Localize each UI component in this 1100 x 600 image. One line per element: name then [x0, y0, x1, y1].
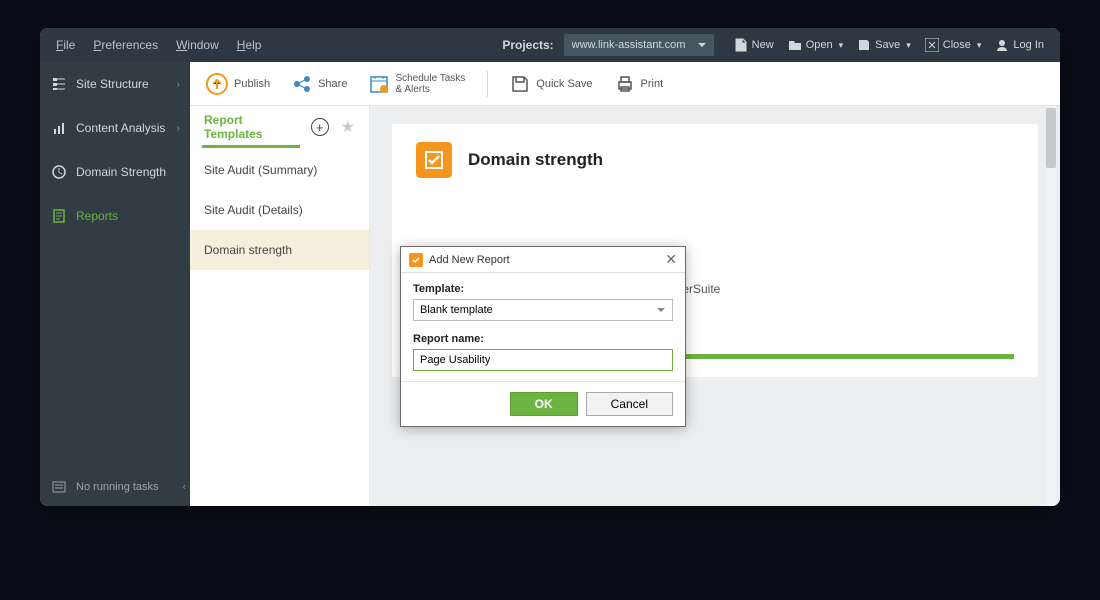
print-icon [615, 74, 635, 94]
chevron-right-icon: › [177, 79, 180, 90]
sidebar: Site Structure › Content Analysis › Doma… [40, 62, 190, 506]
sidebar-item-domain-strength[interactable]: Domain Strength [40, 150, 190, 194]
close-x-icon [925, 38, 939, 52]
save-icon [857, 38, 871, 52]
reports-icon [52, 209, 66, 223]
scrollbar-thumb[interactable] [1046, 108, 1056, 168]
sidebar-label: Site Structure [76, 77, 149, 91]
toolbar-separator [487, 71, 488, 97]
share-button[interactable]: Share [292, 74, 347, 94]
clock-icon [52, 165, 66, 179]
templates-panel: Report Templates + ★ Site Audit (Summary… [190, 106, 370, 506]
share-icon [292, 74, 312, 94]
sidebar-label: Content Analysis [76, 121, 165, 135]
user-icon [995, 38, 1009, 52]
check-badge-icon [416, 142, 452, 178]
save-button[interactable]: Save▾ [857, 38, 911, 52]
quicksave-button[interactable]: Quick Save [510, 74, 592, 94]
sidebar-label: Domain Strength [76, 165, 166, 179]
menubar: File Preferences Window Help Projects: w… [40, 28, 1060, 62]
publish-button[interactable]: Publish [206, 73, 270, 95]
menu-window[interactable]: Window [176, 38, 219, 52]
dialog-titlebar[interactable]: Add New Report ✕ [401, 247, 685, 273]
templates-header: Report Templates + ★ [190, 106, 369, 150]
chevron-left-icon[interactable]: ‹ [183, 482, 186, 493]
chevron-down-icon: ▾ [977, 40, 982, 51]
calendar-icon [369, 74, 389, 94]
structure-icon [52, 77, 66, 91]
save-icon [510, 74, 530, 94]
print-button[interactable]: Print [615, 74, 664, 94]
template-item[interactable]: Domain strength [190, 230, 369, 270]
sidebar-bottom-label: No running tasks [76, 481, 159, 493]
project-select[interactable]: www.link-assistant.com [564, 34, 714, 56]
templates-title: Report Templates [204, 113, 299, 141]
scrollbar[interactable] [1046, 106, 1056, 506]
template-select[interactable]: Blank template [413, 299, 673, 321]
content-icon [52, 121, 66, 135]
new-file-icon [734, 38, 748, 52]
name-field-label: Report name: [413, 333, 673, 345]
dialog-icon [409, 253, 423, 267]
close-button[interactable]: Close▾ [925, 38, 982, 52]
close-icon[interactable]: ✕ [665, 251, 677, 268]
chevron-down-icon: ▾ [906, 40, 911, 51]
sidebar-running-tasks[interactable]: No running tasks ‹ [40, 468, 190, 506]
sidebar-label: Reports [76, 209, 118, 223]
template-field-label: Template: [413, 283, 673, 295]
publish-icon [206, 73, 228, 95]
sidebar-item-site-structure[interactable]: Site Structure › [40, 62, 190, 106]
toolbar: Publish Share Schedule Tasks & Alerts Qu… [190, 62, 1060, 106]
report-title: Domain strength [468, 150, 603, 170]
report-name-input[interactable] [413, 349, 673, 371]
ok-button[interactable]: OK [510, 392, 578, 416]
sidebar-item-reports[interactable]: Reports [40, 194, 190, 238]
chevron-down-icon: ▾ [839, 40, 844, 51]
chevron-right-icon: › [177, 123, 180, 134]
open-button[interactable]: Open▾ [788, 38, 843, 52]
tasks-icon [52, 480, 66, 494]
menu-help[interactable]: Help [237, 38, 262, 52]
new-button[interactable]: New [734, 38, 774, 52]
projects-label: Projects: [502, 38, 553, 52]
template-item[interactable]: Site Audit (Summary) [190, 150, 369, 190]
folder-icon [788, 38, 802, 52]
schedule-button[interactable]: Schedule Tasks & Alerts [369, 73, 465, 95]
add-report-dialog: Add New Report ✕ Template: Blank templat… [400, 246, 686, 427]
dialog-title: Add New Report [429, 254, 659, 266]
add-template-button[interactable]: + [311, 118, 329, 136]
login-button[interactable]: Log In [995, 38, 1044, 52]
menu-file[interactable]: File [56, 38, 75, 52]
template-item[interactable]: Site Audit (Details) [190, 190, 369, 230]
cancel-button[interactable]: Cancel [586, 392, 673, 416]
menu-preferences[interactable]: Preferences [93, 38, 158, 52]
sidebar-item-content-analysis[interactable]: Content Analysis › [40, 106, 190, 150]
star-icon[interactable]: ★ [341, 117, 355, 137]
